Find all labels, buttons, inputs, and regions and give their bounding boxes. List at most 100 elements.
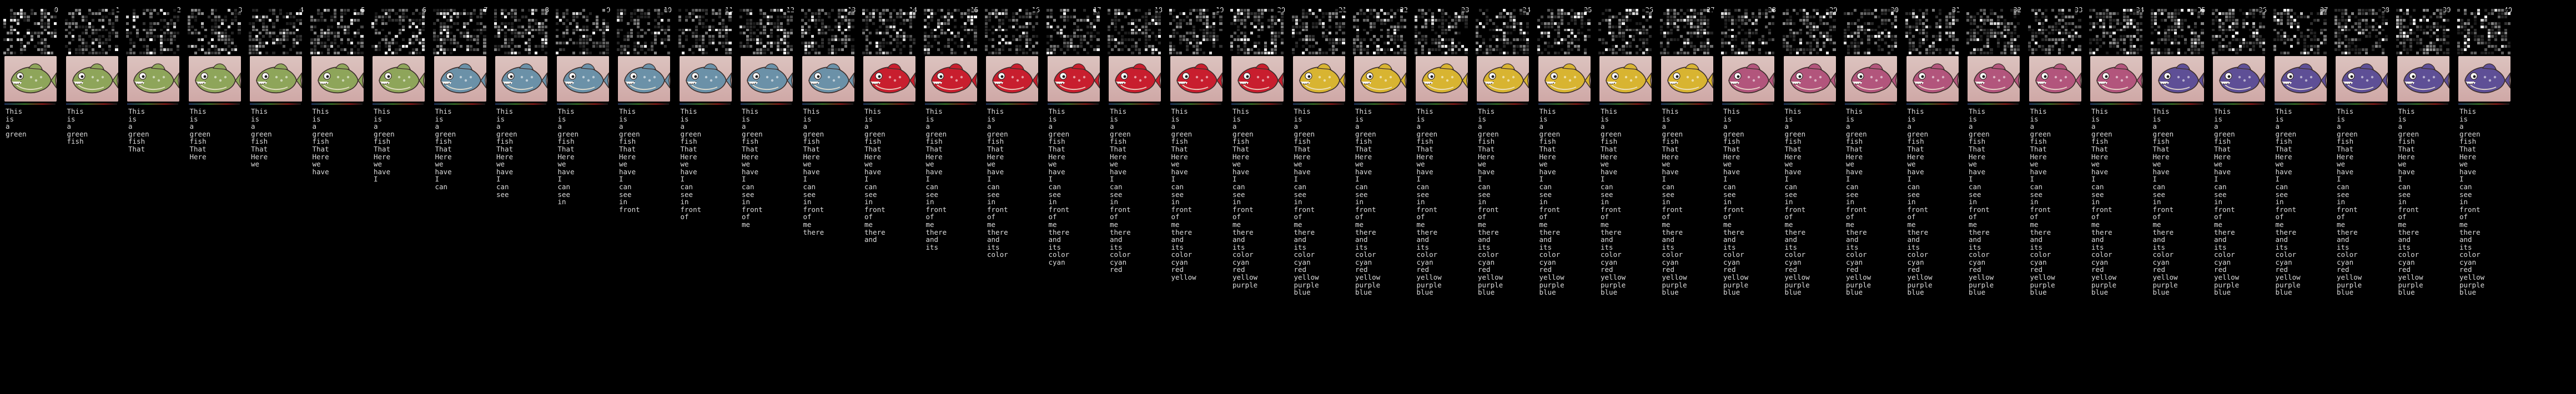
attention-cell [606,52,609,54]
attention-cell [470,22,473,25]
attention-cell [1158,28,1161,32]
attention-cell [408,12,411,15]
attention-cell [1015,18,1018,22]
attention-cell [647,28,650,32]
attention-cell [337,45,340,48]
attention-cell [759,18,763,22]
caption-token: and [864,235,877,244]
attention-cell [1002,32,1005,35]
attention-cell [234,48,238,52]
attention-cell [30,18,33,22]
attention-cell [385,28,388,32]
fish-thumbnail [495,56,547,102]
attention-cell [497,48,501,52]
attention-cell [197,15,200,18]
attention-cell [640,28,643,32]
attention-cell [129,15,133,18]
attention-cell [1022,9,1025,12]
attention-cell [578,25,582,28]
attention-cell [1138,48,1141,52]
attention-cell [995,38,998,42]
attention-cell [23,35,27,38]
attention-cell [71,15,74,18]
attention-cell [643,9,647,12]
attention-cell [398,48,401,52]
attention-cell [326,32,330,35]
attention-cell [866,15,869,18]
attention-cell [1192,22,1195,25]
attention-cell [763,12,766,15]
attention-cell [17,38,20,42]
attention-cell [133,45,136,48]
attention-cell [197,22,200,25]
attention-cell [204,35,207,38]
attention-cell [1022,22,1025,25]
attention-cell [844,28,848,32]
attention-cell [848,45,851,48]
attention-cell [81,15,84,18]
caption-token: we [251,160,260,169]
attention-cell [763,9,766,12]
caption-token: is [128,114,137,123]
attention-cell [623,28,627,32]
attention-cell [763,38,766,42]
attention-cell [163,42,166,45]
attention-cell [1022,42,1025,45]
attention-cell [452,35,456,38]
attention-cell [586,32,589,35]
attention-cell [899,48,902,52]
attention-cell [844,52,848,54]
fish-spot [1134,75,1137,79]
attention-cell [446,45,449,48]
attention-cell [480,38,483,42]
attention-cell [895,22,899,25]
attention-cell [848,48,851,52]
attention-cell [375,25,378,28]
attention-cell [1076,52,1080,54]
attention-cell [705,42,708,45]
attention-cell [126,48,129,52]
attention-cell [712,9,715,12]
attention-cell [391,38,395,42]
attention-cell [801,28,804,32]
attention-cell [40,32,43,35]
attention-cell [497,28,501,32]
caption-token: we [435,160,444,169]
attention-cell [92,38,95,42]
attention-cell [844,42,848,45]
attention-cell [957,52,960,54]
attention-cell [133,42,136,45]
attention-cell [617,22,620,25]
attention-cell [411,18,415,22]
caption-token: have [619,167,636,176]
fish-thumbnail [4,56,57,102]
attention-cell [985,18,988,22]
attention-cell [204,9,207,12]
attention-cell [1175,22,1179,25]
attention-cell [323,38,326,42]
attention-cell [695,18,698,22]
attention-cell [129,18,133,22]
attention-cell [1128,15,1131,18]
caption-token: is [557,114,566,123]
attention-cell [933,32,937,35]
caption-token: This [742,107,759,115]
attention-cell [13,15,17,18]
caption-token: in [803,198,812,206]
attention-cell [889,18,892,22]
attention-cell [838,48,841,52]
attention-cell [112,18,115,22]
attention-cell [23,45,27,48]
attention-cell [262,42,265,45]
attention-cell [501,18,504,22]
caption-token: green [67,129,88,138]
attention-cell [310,38,313,42]
attention-cell [197,45,200,48]
attention-cell [970,42,974,45]
token-highlight-bar [741,103,792,105]
attention-cell [728,48,732,52]
attention-cell [606,12,609,15]
caption-token: have [680,167,697,176]
attention-cell [712,42,715,45]
attention-cell [537,28,541,32]
